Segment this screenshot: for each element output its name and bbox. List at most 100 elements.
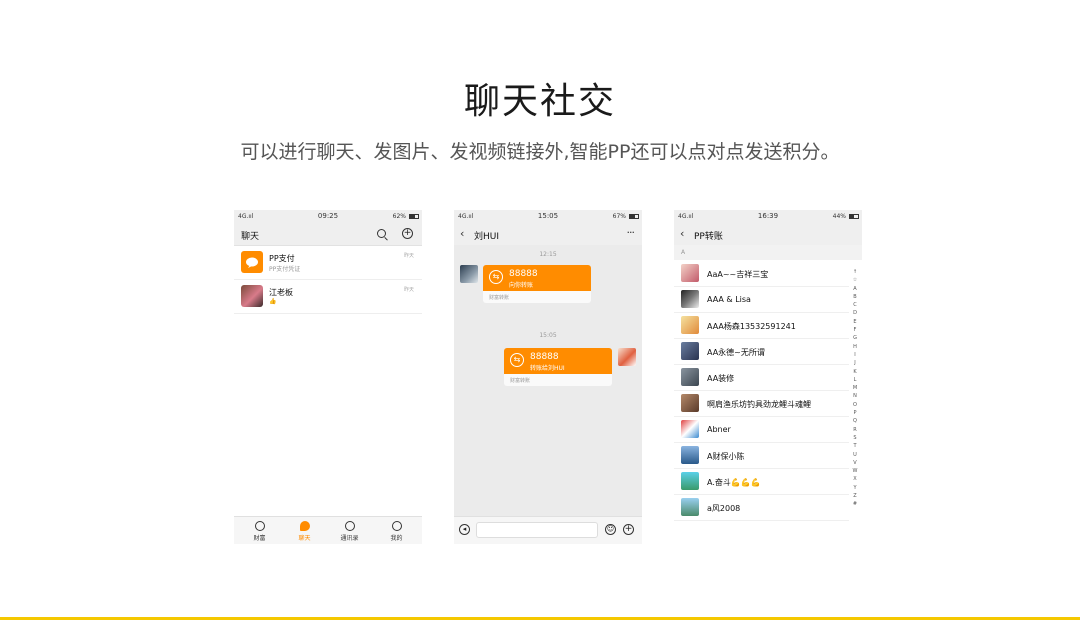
message-input[interactable] xyxy=(476,522,598,538)
index-letter[interactable]: Y xyxy=(850,484,860,492)
avatar xyxy=(681,264,699,282)
contact-item[interactable]: A财保小陈 xyxy=(674,442,849,469)
battery-icon xyxy=(849,214,859,219)
index-letter[interactable]: V xyxy=(850,459,860,467)
section-header: A xyxy=(674,245,862,260)
emoji-icon[interactable]: ☺ xyxy=(605,524,616,535)
transfer-label: 向你转账 xyxy=(509,282,534,289)
contact-name: AAA杨森13532591241 xyxy=(707,322,796,331)
index-letter[interactable]: D xyxy=(850,309,860,317)
tab-me[interactable]: 我的 xyxy=(373,517,420,544)
index-letter[interactable]: O xyxy=(850,401,860,409)
contact-item[interactable]: AAA & Lisa xyxy=(674,286,849,313)
contact-name: AA永德~无所谓 xyxy=(707,348,765,357)
contact-name: a风2008 xyxy=(707,504,741,513)
index-letter[interactable]: R xyxy=(850,426,860,434)
status-bar: 4G.ııl 09:25 62% xyxy=(234,210,422,223)
index-letter[interactable]: Q xyxy=(850,417,860,425)
nav-bar: 聊天 + xyxy=(234,223,422,246)
index-letter[interactable]: L xyxy=(850,376,860,384)
transfer-bubble[interactable]: ⇆ 88888 转账给刘HUI 财富转账 xyxy=(504,348,612,386)
add-icon[interactable]: + xyxy=(623,524,634,535)
tab-bar: 财富 聊天 通讯录 我的 xyxy=(234,516,422,544)
contact-name: AAA & Lisa xyxy=(707,295,751,304)
back-icon[interactable]: ‹ xyxy=(460,227,464,240)
contact-item[interactable]: AAA杨森13532591241 xyxy=(674,312,849,339)
conversation-preview: PP支付凭证 xyxy=(269,266,301,273)
tab-label: 我的 xyxy=(390,535,403,542)
index-letter[interactable]: S xyxy=(850,434,860,442)
index-letter[interactable]: X xyxy=(850,475,860,483)
contact-item[interactable]: A.奋斗💪💪💪 xyxy=(674,468,849,495)
conversation-time: 昨天 xyxy=(403,253,414,259)
contact-item[interactable]: 啊肩渔乐坊钓具劲龙鲤斗魂鲤 xyxy=(674,390,849,417)
index-letter[interactable]: A xyxy=(850,285,860,293)
transfer-card: ⇆ 88888 向你转账 xyxy=(483,265,591,291)
alphabet-index[interactable]: ↑ ☆ A B C D E F G H I J K L M N O P Q R S T U V W X Y Z # xyxy=(850,268,860,509)
message-time: 12:15 xyxy=(539,251,557,258)
index-letter[interactable]: B xyxy=(850,293,860,301)
avatar xyxy=(618,348,636,366)
pp-pay-avatar xyxy=(241,251,263,273)
contact-item[interactable]: Abner xyxy=(674,416,849,443)
index-letter[interactable]: N xyxy=(850,392,860,400)
page-subtitle: 可以进行聊天、发图片、发视频链接外,智能PP还可以点对点发送积分。 xyxy=(240,141,840,163)
add-icon[interactable]: + xyxy=(402,228,413,239)
avatar xyxy=(681,290,699,308)
contact-item[interactable]: AA装修 xyxy=(674,364,849,391)
nav-title: 聊天 xyxy=(241,232,260,242)
avatar xyxy=(681,394,699,412)
index-letter[interactable]: T xyxy=(850,442,860,450)
contact-name: 啊肩渔乐坊钓具劲龙鲤斗魂鲤 xyxy=(707,400,811,409)
index-letter[interactable]: # xyxy=(850,500,860,508)
voice-icon[interactable]: ◂ xyxy=(459,524,470,535)
avatar xyxy=(681,498,699,516)
index-letter[interactable]: H xyxy=(850,343,860,351)
index-letter[interactable]: U xyxy=(850,451,860,459)
back-icon[interactable]: ‹ xyxy=(680,227,684,240)
index-letter[interactable]: K xyxy=(850,368,860,376)
index-letter[interactable]: G xyxy=(850,334,860,342)
nav-bar: ‹ 刘HUI ··· xyxy=(454,223,642,246)
index-letter[interactable]: P xyxy=(850,409,860,417)
transfer-card: ⇆ 88888 转账给刘HUI xyxy=(504,348,612,374)
conversation-item[interactable]: 江老板 👍 昨天 xyxy=(234,280,422,314)
index-letter[interactable]: M xyxy=(850,384,860,392)
contacts-icon xyxy=(344,521,355,531)
contact-name: AaA~~吉祥三宝 xyxy=(707,270,769,279)
more-icon[interactable]: ··· xyxy=(627,226,635,239)
phone-chat-list: 4G.ııl 09:25 62% 聊天 + PP支付 PP支付凭证 昨天 江老板… xyxy=(234,210,422,544)
index-letter[interactable]: E xyxy=(850,318,860,326)
avatar xyxy=(681,420,699,438)
conversation-time: 昨天 xyxy=(403,287,414,293)
index-letter[interactable]: ☆ xyxy=(850,276,860,284)
tab-contacts[interactable]: 通讯录 xyxy=(326,517,373,544)
transfer-bubble[interactable]: ⇆ 88888 向你转账 财富转账 xyxy=(483,265,591,303)
transfer-footer-text: 财富转账 xyxy=(489,295,510,301)
index-letter[interactable]: W xyxy=(850,467,860,475)
index-letter[interactable]: I xyxy=(850,351,860,359)
index-letter[interactable]: C xyxy=(850,301,860,309)
section-letter: A xyxy=(681,249,686,256)
tab-wealth[interactable]: 财富 xyxy=(236,517,283,544)
contact-item[interactable]: a风2008 xyxy=(674,494,849,521)
index-letter[interactable]: Z xyxy=(850,492,860,500)
contact-item[interactable]: AA永德~无所谓 xyxy=(674,338,849,365)
nav-bar: ‹ PP转账 xyxy=(674,223,862,246)
battery-icon xyxy=(629,214,639,219)
index-letter[interactable]: F xyxy=(850,326,860,334)
conversation-name: PP支付 xyxy=(269,254,295,263)
avatar xyxy=(681,368,699,386)
tab-chat[interactable]: 聊天 xyxy=(281,517,328,544)
index-letter[interactable]: J xyxy=(850,359,860,367)
status-bar: 4G.ııl 16:39 44% xyxy=(674,210,862,223)
chat-area: 12:15 ⇆ 88888 向你转账 财富转账 15:05 ⇆ 88888 转账… xyxy=(454,245,642,516)
conversation-item[interactable]: PP支付 PP支付凭证 昨天 xyxy=(234,246,422,280)
battery-icon xyxy=(409,214,419,219)
battery-percent: 67% xyxy=(612,213,626,220)
avatar xyxy=(681,472,699,490)
contact-item[interactable]: AaA~~吉祥三宝 xyxy=(674,260,849,287)
search-icon[interactable] xyxy=(377,229,386,238)
index-letter[interactable]: ↑ xyxy=(850,268,860,276)
transfer-footer-text: 财富转账 xyxy=(510,378,531,384)
